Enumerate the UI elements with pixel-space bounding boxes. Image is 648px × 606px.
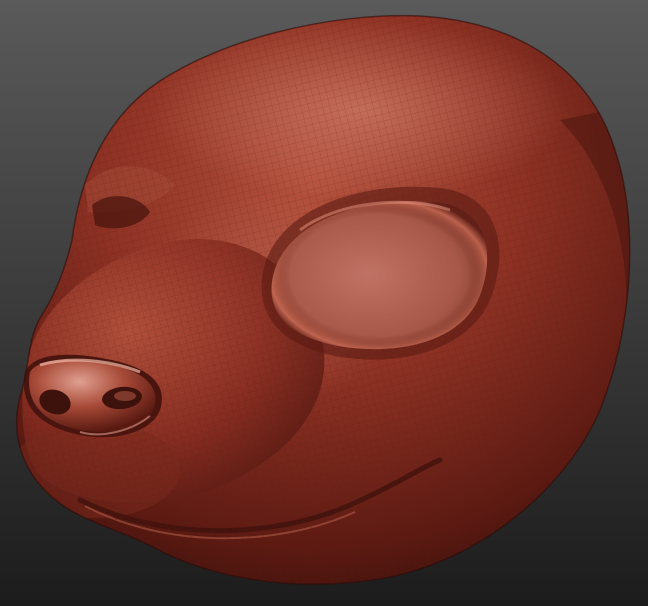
sculpt-viewport[interactable] <box>0 0 648 606</box>
sculpt-canvas <box>0 0 648 606</box>
